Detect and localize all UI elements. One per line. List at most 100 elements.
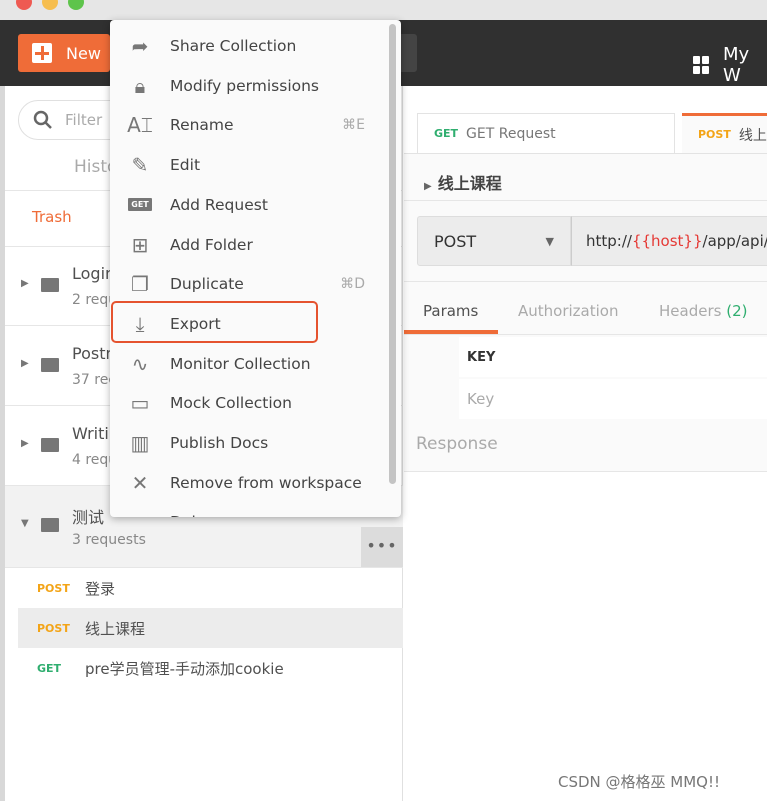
menu-item-edit[interactable]: ✎ Edit	[110, 145, 401, 185]
divider	[404, 200, 767, 201]
method-select[interactable]: POST ▼	[417, 216, 571, 266]
method-badge: POST	[698, 128, 731, 141]
tab-label: GET Request	[466, 125, 556, 142]
collection-name: Login	[72, 264, 116, 283]
method-value: POST	[434, 231, 477, 251]
collection-context-menu: ➦ Share Collection 🔒︎ Modify permissions A⌶ R…	[110, 20, 401, 517]
collection-name: Writi	[72, 424, 109, 443]
request-name: 登录	[85, 579, 116, 598]
collection-name: 测试	[72, 508, 105, 527]
menu-item-label: Dele	[170, 513, 205, 517]
tab-active-request[interactable]: POST 线上课程	[682, 113, 767, 153]
search-icon	[33, 110, 52, 129]
collection-count: 3 requests	[72, 532, 146, 548]
menu-item-label: Mock Collection	[170, 394, 292, 413]
menu-item-dele[interactable]: ▬Dele	[110, 502, 401, 517]
menu-scrollbar[interactable]	[389, 24, 396, 484]
response-label: Response	[416, 434, 498, 454]
menu-item-label: Rename	[170, 116, 234, 135]
menu-item-label: Modify permissions	[170, 76, 320, 95]
get-badge-icon: GET	[110, 198, 170, 212]
window-titlebar	[0, 0, 767, 20]
method-badge: GET	[37, 661, 62, 675]
docs-icon: ▥	[130, 431, 150, 455]
folder-icon	[41, 438, 59, 452]
new-label: New	[66, 43, 101, 63]
tab-label: 线上课程	[738, 127, 767, 144]
menu-item-rename[interactable]: A⌶ Rename ⌘E	[110, 105, 401, 145]
trash-link[interactable]: Trash	[32, 208, 72, 226]
menu-item-label: Monitor Collection	[170, 354, 311, 373]
menu-item-label: Add Folder	[170, 235, 253, 254]
menu-item-mock-collection[interactable]: ▭ Mock Collection	[110, 383, 401, 423]
menu-item-label: Add Request	[170, 195, 268, 214]
menu-item-duplicate[interactable]: ❐ Duplicate ⌘D	[110, 264, 401, 304]
tab-headers[interactable]: Headers (2)	[659, 302, 747, 320]
folder-icon	[41, 278, 59, 292]
caret-right-icon: ▶	[424, 181, 432, 192]
watermark: CSDN @格格巫 MMQ!!	[558, 773, 721, 791]
close-window-button[interactable]	[16, 0, 32, 10]
request-item[interactable]: GET pre学员管理-手动添加cookie	[18, 648, 403, 688]
caret-right-icon[interactable]: ▶	[21, 358, 29, 369]
delete-icon: ▬	[110, 510, 170, 517]
rename-icon: A⌶	[127, 113, 153, 138]
menu-item-label: Edit	[170, 156, 201, 175]
menu-item-remove-from-workspace[interactable]: ✕ Remove from workspace	[110, 463, 401, 503]
url-prefix: http://	[586, 232, 632, 250]
key-input[interactable]: Key	[459, 379, 767, 419]
request-title[interactable]: ▶ 线上课程	[424, 170, 502, 194]
menu-item-label: Share Collection	[170, 37, 297, 55]
divider	[404, 153, 767, 154]
server-icon: ▭	[130, 391, 150, 416]
method-badge: GET	[434, 127, 459, 140]
request-name: 线上课程	[85, 619, 146, 638]
caret-right-icon[interactable]: ▶	[21, 438, 29, 449]
folder-icon	[41, 358, 59, 372]
menu-item-label: Publish Docs	[170, 434, 269, 452]
export-highlight-box	[111, 301, 318, 343]
menu-item-publish-docs[interactable]: ▥ Publish Docs	[110, 423, 401, 463]
url-suffix: /app/api/st	[702, 232, 767, 250]
caret-right-icon[interactable]: ▶	[21, 278, 29, 289]
pulse-icon: ∿	[131, 351, 149, 376]
minimize-window-button[interactable]	[42, 0, 58, 10]
method-badge: POST	[37, 621, 70, 635]
menu-item-label: Duplicate	[170, 275, 244, 294]
folder-icon	[41, 518, 59, 532]
filter-placeholder: Filter	[65, 111, 103, 129]
menu-item-monitor-collection[interactable]: ∿ Monitor Collection	[110, 344, 401, 384]
divider	[404, 281, 767, 282]
maximize-window-button[interactable]	[68, 0, 84, 10]
tab-params[interactable]: Params	[423, 302, 478, 320]
menu-item-label: Remove from workspace	[170, 473, 362, 492]
tab-authorization[interactable]: Authorization	[518, 302, 618, 320]
method-badge: POST	[37, 581, 70, 595]
shortcut: ⌘D	[340, 276, 365, 293]
new-button[interactable]: New	[18, 34, 110, 72]
workspace-label: My W	[722, 44, 750, 86]
headers-label: Headers	[659, 302, 722, 320]
duplicate-icon: ❐	[131, 272, 149, 297]
share-icon: ➦	[131, 34, 149, 58]
add-folder-icon: ⊞	[131, 232, 149, 257]
tab-get-request[interactable]: GET GET Request	[417, 113, 675, 153]
divider	[404, 334, 767, 335]
request-item[interactable]: POST 登录	[18, 568, 403, 608]
workspace-switcher[interactable]: My W	[693, 44, 767, 86]
headers-count: (2)	[726, 302, 748, 320]
menu-item-modify-permissions[interactable]: 🔒︎ Modify permissions	[110, 66, 401, 106]
request-name: pre学员管理-手动添加cookie	[85, 659, 284, 678]
menu-item-add-request[interactable]: GET Add Request	[110, 185, 401, 225]
lock-icon: 🔒︎	[134, 73, 146, 98]
menu-item-share-collection[interactable]: ➦ Share Collection	[110, 26, 401, 66]
shortcut: ⌘E	[342, 117, 365, 134]
url-input[interactable]: http://{{host}}/app/api/st	[571, 216, 767, 266]
request-item-selected[interactable]: POST 线上课程	[18, 608, 403, 648]
more-options-button[interactable]: •••	[361, 527, 403, 567]
caret-down-icon[interactable]: ▼	[21, 518, 29, 529]
divider	[404, 471, 767, 472]
url-variable: {{host}}	[631, 232, 703, 250]
menu-item-add-folder[interactable]: ⊞ Add Folder	[110, 225, 401, 265]
chevron-down-icon: ▼	[545, 234, 554, 248]
